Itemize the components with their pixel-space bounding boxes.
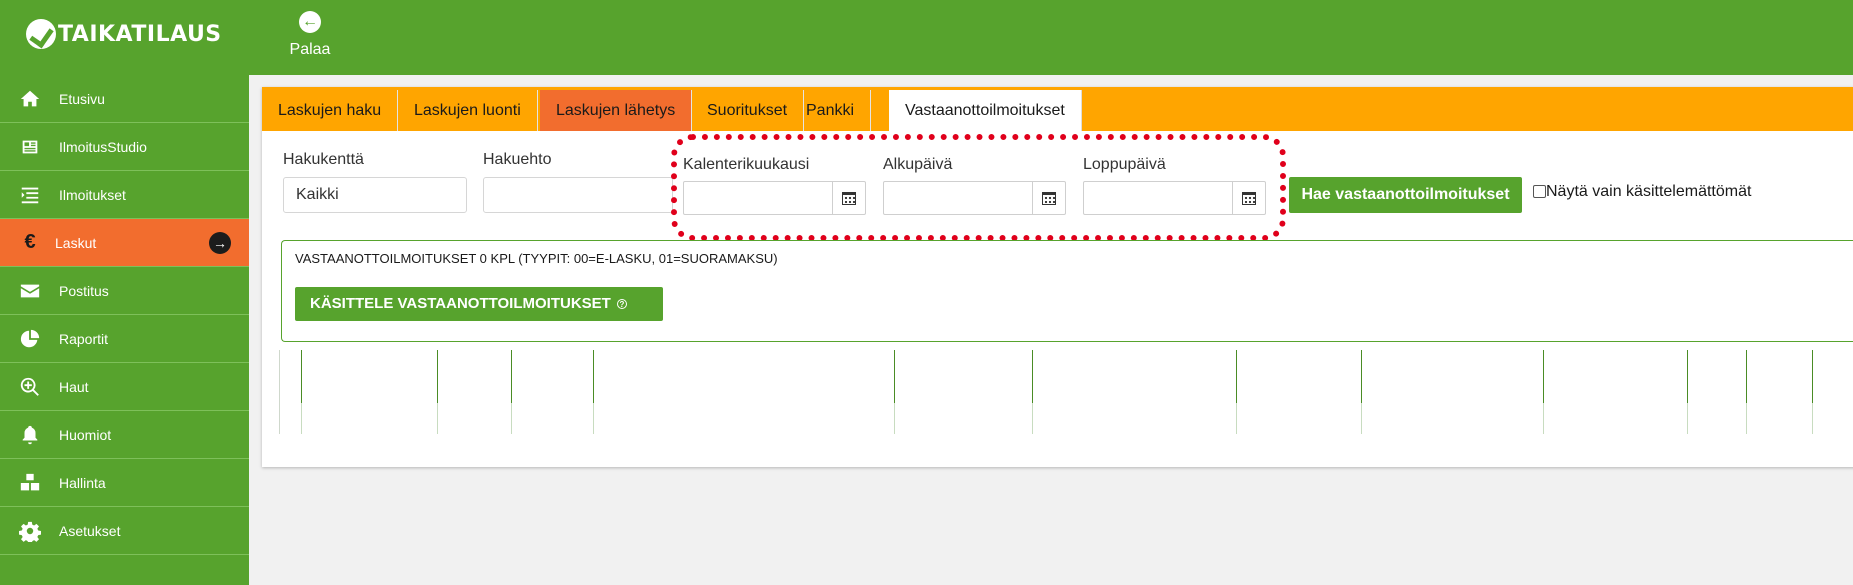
table-cell bbox=[512, 403, 594, 434]
sidebar-item-raportit[interactable]: Raportit bbox=[0, 315, 249, 363]
process-button-label: KÄSITTELE VASTAANOTTOILMOITUKSET bbox=[310, 295, 611, 312]
table-cell bbox=[1362, 403, 1544, 434]
table-cell bbox=[280, 403, 302, 434]
tab-suoritukset[interactable]: Suoritukset bbox=[691, 90, 805, 131]
table-cell bbox=[1237, 403, 1362, 434]
sidebar-item-laskut[interactable]: € Laskut → bbox=[0, 219, 249, 267]
search-plus-icon bbox=[18, 375, 42, 399]
app-logo[interactable]: TAIKATILAUS bbox=[26, 16, 222, 52]
column-header-payment-instruction[interactable]: PaymentInstructionIdentifier Maksunaihe bbox=[594, 350, 895, 403]
sidebar-item-label: Postitus bbox=[59, 282, 109, 299]
sidebar-item-label: Hallinta bbox=[59, 474, 106, 491]
column-header-postitoimipaikka[interactable]: Postitoimipaikka bbox=[1362, 350, 1544, 403]
sidebar-item-label: IlmoitusStudio bbox=[59, 138, 147, 155]
table-cell bbox=[1688, 403, 1747, 434]
results-table: Aikaleima Maventassa Koodi Tyyppi Payment… bbox=[279, 350, 1840, 434]
sidebar-item-label: Huomiot bbox=[59, 426, 112, 443]
table-cell bbox=[594, 403, 895, 434]
only-unprocessed-checkbox[interactable] bbox=[1533, 185, 1546, 198]
hakuehto-label: Hakuehto bbox=[483, 151, 552, 168]
back-label: Palaa bbox=[289, 41, 331, 58]
tab-vastaanottoilmoitukset[interactable]: Vastaanottoilmoitukset bbox=[889, 90, 1082, 131]
list-icon bbox=[18, 183, 42, 207]
home-icon bbox=[18, 87, 42, 111]
sidebar-item-label: Asetukset bbox=[59, 522, 121, 539]
logo-icon bbox=[26, 19, 56, 49]
column-header-tyyppi[interactable]: Tyyppi bbox=[512, 350, 594, 403]
sidebar-item-label: Haut bbox=[59, 378, 89, 395]
sidebar-item-ilmoitukset[interactable]: Ilmoitukset bbox=[0, 171, 249, 219]
newspaper-icon bbox=[18, 135, 42, 159]
hakukentta-label: Hakukenttä bbox=[283, 151, 364, 168]
column-header-koodi[interactable]: Koodi bbox=[438, 350, 512, 403]
cubes-icon bbox=[18, 471, 42, 495]
sidebar: Etusivu IlmoitusStudio Ilmoitukset € Las… bbox=[0, 75, 249, 585]
table-cell bbox=[1033, 403, 1237, 434]
tab-laskujen-luonti[interactable]: Laskujen luonti bbox=[398, 90, 538, 131]
table-cell bbox=[1747, 403, 1813, 434]
sidebar-item-label: Raportit bbox=[59, 330, 109, 347]
euro-icon: € bbox=[24, 231, 36, 253]
column-header-konek-aikal[interactable]: Konek.aikal. Maventassa bbox=[895, 350, 1033, 403]
only-unprocessed-label: Näytä vain käsittelemättömät bbox=[1546, 183, 1752, 200]
column-header-maa[interactable]: Maa bbox=[1688, 350, 1747, 403]
envelope-icon bbox=[18, 279, 42, 303]
help-icon: ? bbox=[617, 299, 627, 310]
arrow-left-icon: ← bbox=[299, 11, 321, 33]
sidebar-item-haut[interactable]: Haut bbox=[0, 363, 249, 411]
sidebar-item-label: Laskut bbox=[55, 234, 97, 251]
column-header-postinumero[interactable]: Postinumero bbox=[1544, 350, 1688, 403]
process-notifications-button[interactable]: KÄSITTELE VASTAANOTTOILMOITUKSET ? bbox=[295, 287, 663, 321]
column-header-katuosoite[interactable]: Katuosoite bbox=[1237, 350, 1362, 403]
tab-laskujen-lahetys[interactable]: Laskujen lähetys bbox=[540, 90, 693, 131]
hakukentta-select[interactable]: Kaikki bbox=[283, 177, 467, 213]
pie-chart-icon bbox=[18, 327, 42, 351]
table-cell bbox=[1544, 403, 1688, 434]
notifications-panel: VASTAANOTTOILMOITUKSET 0 KPL (TYYPIT: 00… bbox=[281, 240, 1853, 342]
sidebar-item-etusivu[interactable]: Etusivu bbox=[0, 75, 249, 123]
gear-icon bbox=[18, 519, 42, 543]
column-header-aikaleima[interactable]: Aikaleima Maventassa bbox=[302, 350, 438, 403]
sidebar-item-label: Ilmoitukset bbox=[59, 186, 126, 203]
hakuehto-input[interactable] bbox=[483, 177, 673, 213]
column-header-iban[interactable]: IBAN bbox=[1747, 350, 1813, 403]
table-cell bbox=[1813, 403, 1853, 434]
column-header-bic[interactable]: BIC bbox=[1813, 350, 1853, 403]
sidebar-item-ilmoitusstudio[interactable]: IlmoitusStudio bbox=[0, 123, 249, 171]
tab-laskujen-haku[interactable]: Laskujen haku bbox=[262, 90, 399, 131]
sidebar-item-postitus[interactable]: Postitus bbox=[0, 267, 249, 315]
bell-icon bbox=[18, 423, 42, 447]
tab-bar: Laskujen haku Laskujen luonti Laskujen l… bbox=[262, 87, 1853, 131]
column-header-select[interactable] bbox=[280, 350, 302, 403]
back-button[interactable]: ← Palaa bbox=[278, 11, 342, 59]
sidebar-item-huomiot[interactable]: Huomiot bbox=[0, 411, 249, 459]
sidebar-item-hallinta[interactable]: Hallinta bbox=[0, 459, 249, 507]
search-button[interactable]: Hae vastaanottoilmoitukset bbox=[1289, 177, 1522, 213]
tab-pankki[interactable]: Pankki bbox=[790, 90, 872, 131]
panel-title: VASTAANOTTOILMOITUKSET 0 KPL (TYYPIT: 00… bbox=[295, 251, 778, 266]
sidebar-item-label: Etusivu bbox=[59, 90, 105, 107]
table-cell bbox=[438, 403, 512, 434]
column-header-laskunsaajan-nimi[interactable]: Laskunsaajan nimi bbox=[1033, 350, 1237, 403]
sidebar-item-asetukset[interactable]: Asetukset bbox=[0, 507, 249, 555]
arrow-right-icon: → bbox=[209, 232, 231, 254]
highlight-annotation bbox=[671, 134, 1286, 241]
top-bar: TAIKATILAUS ← Palaa bbox=[0, 0, 1853, 75]
logo-text: TAIKATILAUS bbox=[58, 21, 222, 47]
table-cell bbox=[895, 403, 1033, 434]
table-cell bbox=[302, 403, 438, 434]
